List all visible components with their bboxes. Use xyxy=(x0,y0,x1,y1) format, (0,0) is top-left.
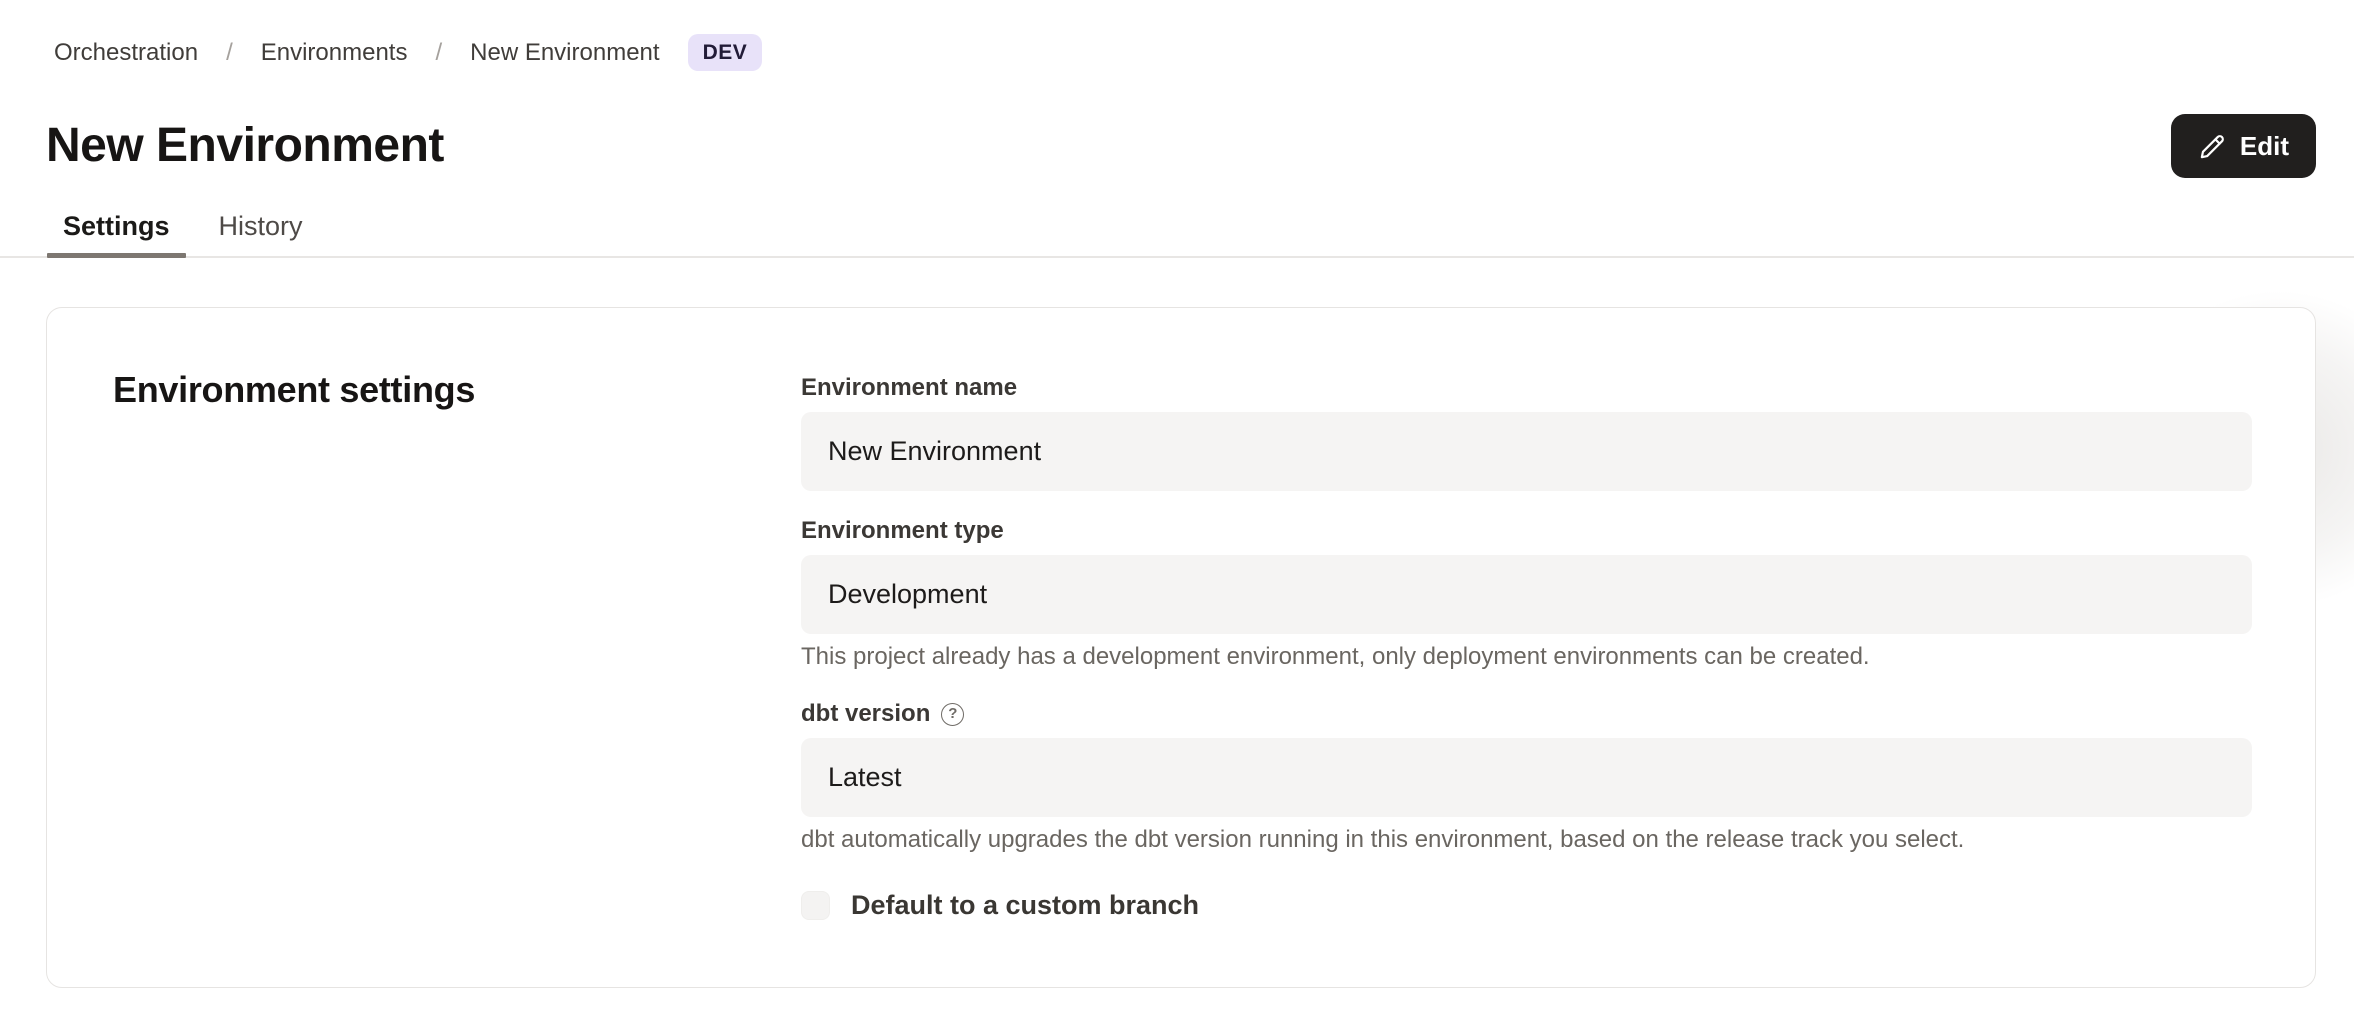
environment-name-label: Environment name xyxy=(801,374,2252,402)
environment-dev-badge: DEV xyxy=(688,34,763,71)
tab-history[interactable]: History xyxy=(203,196,319,256)
breadcrumb-separator: / xyxy=(226,39,233,67)
card-form-column: Environment name Environment type This p… xyxy=(801,367,2252,987)
environment-name-field: Environment name xyxy=(801,374,2252,491)
environment-type-field: Environment type This project already ha… xyxy=(801,517,2252,670)
tab-bar: Settings History xyxy=(0,196,2354,258)
dbt-version-field: dbt version ? dbt automatically upgrades… xyxy=(801,700,2252,853)
custom-branch-row: Default to a custom branch xyxy=(801,890,2252,921)
breadcrumb-environments[interactable]: Environments xyxy=(261,39,408,67)
page-title: New Environment xyxy=(46,120,444,172)
edit-button[interactable]: Edit xyxy=(2171,114,2316,178)
environment-settings-card: Environment settings Environment name En… xyxy=(46,307,2316,988)
dbt-version-helper: dbt automatically upgrades the dbt versi… xyxy=(801,826,2252,853)
tab-settings[interactable]: Settings xyxy=(47,196,186,256)
environment-type-input[interactable] xyxy=(801,555,2252,634)
card-heading: Environment settings xyxy=(113,367,801,413)
custom-branch-label: Default to a custom branch xyxy=(851,890,1199,921)
environment-type-label: Environment type xyxy=(801,517,2252,545)
dbt-version-label-text: dbt version xyxy=(801,700,930,728)
custom-branch-checkbox[interactable] xyxy=(801,891,830,920)
pencil-icon xyxy=(2198,132,2227,161)
page-header: New Environment Edit xyxy=(46,114,2316,178)
environment-type-helper: This project already has a development e… xyxy=(801,643,2252,670)
breadcrumb-separator: / xyxy=(435,39,442,67)
environment-name-input[interactable] xyxy=(801,412,2252,491)
breadcrumb-orchestration[interactable]: Orchestration xyxy=(54,39,198,67)
dbt-version-input[interactable] xyxy=(801,738,2252,817)
card-heading-column: Environment settings xyxy=(113,367,801,987)
breadcrumb-current-page: New Environment xyxy=(470,39,659,67)
edit-button-label: Edit xyxy=(2240,131,2289,162)
question-circle-icon[interactable]: ? xyxy=(941,703,964,726)
dbt-version-label: dbt version ? xyxy=(801,700,2252,728)
breadcrumb: Orchestration / Environments / New Envir… xyxy=(54,34,2354,71)
